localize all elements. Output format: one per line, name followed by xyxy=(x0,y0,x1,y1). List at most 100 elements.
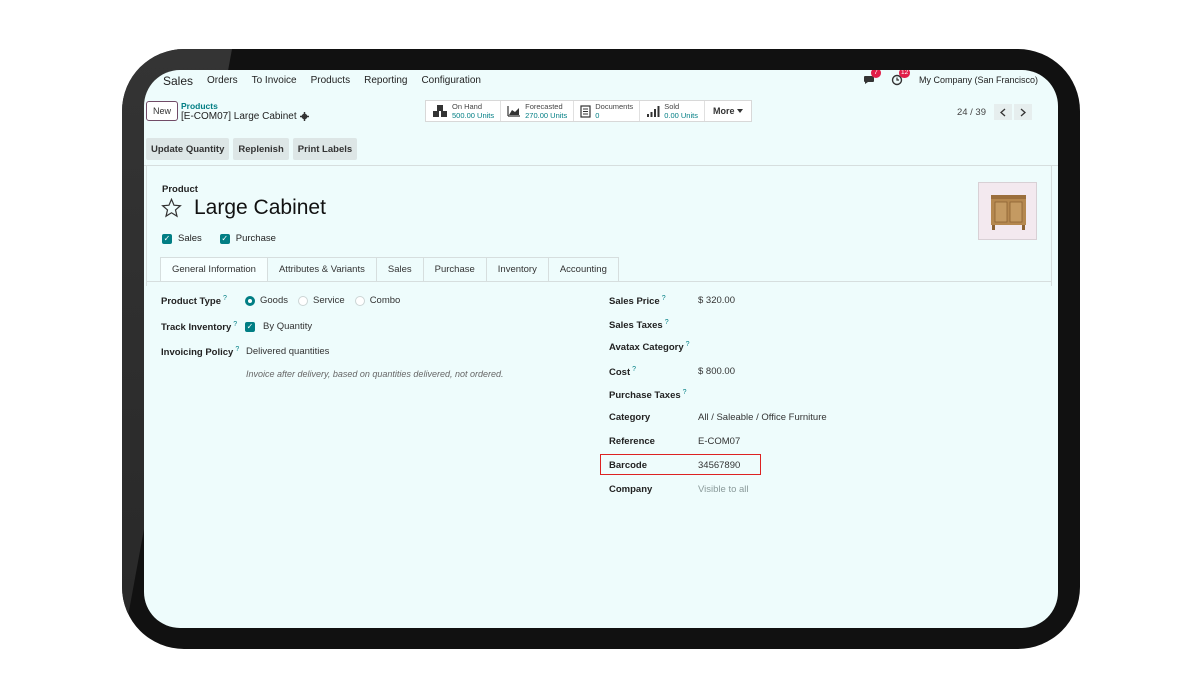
smart-button-documents[interactable]: Documents 0 xyxy=(574,101,641,121)
breadcrumb-parent[interactable]: Products xyxy=(181,101,218,111)
sales-taxes-label: Sales Taxes? xyxy=(609,319,669,332)
company-value[interactable]: Visible to all xyxy=(698,484,749,495)
replenish-button[interactable]: Replenish xyxy=(233,138,289,160)
action-buttons: Update Quantity Replenish Print Labels xyxy=(146,138,358,160)
tab-accounting[interactable]: Accounting xyxy=(548,257,619,282)
pager-next-button[interactable] xyxy=(1014,104,1032,120)
cost-label: Cost? xyxy=(609,366,637,379)
tab-general-information[interactable]: General Information xyxy=(160,257,268,282)
track-inventory-label: Track Inventory? xyxy=(161,321,238,334)
app-screen: Sales Orders To Invoice Products Reporti… xyxy=(144,70,1058,628)
help-tooltip[interactable]: ? xyxy=(632,366,636,373)
app-name[interactable]: Sales xyxy=(163,74,193,88)
new-button[interactable]: New xyxy=(146,101,178,121)
pager-value[interactable]: 24 / 39 xyxy=(957,107,986,118)
help-tooltip[interactable]: ? xyxy=(235,346,239,353)
menu-reporting[interactable]: Reporting xyxy=(364,75,407,86)
menu-to-invoice[interactable]: To Invoice xyxy=(252,75,297,86)
smart-buttons: On Hand 500.00 Units Forecasted 270.00 U… xyxy=(425,100,753,122)
invoicing-policy-hint: Invoice after delivery, based on quantit… xyxy=(246,369,504,379)
print-labels-button[interactable]: Print Labels xyxy=(292,138,358,160)
track-inventory-checkbox[interactable]: ✓ xyxy=(245,321,255,332)
radio-combo-label: Combo xyxy=(369,295,401,306)
radio-service-label: Service xyxy=(313,295,345,306)
tab-sales[interactable]: Sales xyxy=(376,257,424,282)
product-flags: ✓ Sales ✓ Purchase xyxy=(162,233,276,244)
smart-button-on-hand[interactable]: On Hand 500.00 Units xyxy=(426,101,502,121)
tab-inventory[interactable]: Inventory xyxy=(486,257,549,282)
barcode-label: Barcode xyxy=(609,460,648,471)
product-name[interactable]: Large Cabinet xyxy=(194,196,326,220)
help-tooltip[interactable]: ? xyxy=(233,321,237,328)
cubes-icon xyxy=(433,105,447,117)
category-value[interactable]: All / Saleable / Office Furniture xyxy=(698,412,827,423)
activities-button[interactable]: 12 xyxy=(891,70,911,87)
smart-button-sold[interactable]: Sold 0.00 Units xyxy=(640,101,705,121)
gear-icon[interactable] xyxy=(299,112,309,121)
company-switcher[interactable]: My Company (San Francisco) xyxy=(919,75,1038,85)
reference-value[interactable]: E-COM07 xyxy=(698,436,740,447)
update-quantity-button[interactable]: Update Quantity xyxy=(146,138,230,160)
top-navbar: Sales Orders To Invoice Products Reporti… xyxy=(144,70,1058,91)
tab-underline xyxy=(146,281,1052,282)
messages-button[interactable]: 7 xyxy=(863,70,881,87)
smart-button-value: 0.00 Units xyxy=(664,111,698,120)
chevron-left-icon xyxy=(1000,108,1006,116)
smart-button-value: 500.00 Units xyxy=(452,111,495,120)
pager-previous-button[interactable] xyxy=(994,104,1012,120)
breadcrumb-current-label: [E-COM07] Large Cabinet xyxy=(181,111,297,122)
control-panel: New Products [E-COM07] Large Cabinet On … xyxy=(144,98,1058,126)
more-button[interactable]: More xyxy=(705,101,752,121)
menu-configuration[interactable]: Configuration xyxy=(421,75,480,86)
smart-button-label: Forecasted xyxy=(525,102,563,111)
notebook-tabs: General Information Attributes & Variant… xyxy=(160,257,619,282)
category-label: Category xyxy=(609,412,651,423)
messages-badge: 7 xyxy=(870,70,881,78)
chevron-right-icon xyxy=(1020,108,1026,116)
sales-checkbox-label: Sales xyxy=(178,233,202,244)
barcode-value[interactable]: 34567890 xyxy=(698,460,740,471)
signal-bars-icon xyxy=(647,106,660,117)
radio-goods[interactable] xyxy=(245,295,255,306)
radio-service[interactable] xyxy=(298,295,308,306)
tab-purchase[interactable]: Purchase xyxy=(423,257,487,282)
document-icon xyxy=(580,104,591,118)
smart-button-forecasted[interactable]: Forecasted 270.00 Units xyxy=(501,101,575,121)
product-type-label: Product Type? xyxy=(161,295,227,308)
smart-button-value: 0 xyxy=(595,111,600,120)
sales-checkbox[interactable]: ✓ xyxy=(162,233,172,244)
help-tooltip[interactable]: ? xyxy=(683,389,687,396)
menu-orders[interactable]: Orders xyxy=(207,75,238,86)
title-row: Large Cabinet xyxy=(161,196,326,220)
track-inventory-value[interactable]: By Quantity xyxy=(263,321,312,332)
invoicing-policy-value[interactable]: Delivered quantities xyxy=(246,346,329,357)
company-label: Company xyxy=(609,484,653,495)
pager: 24 / 39 xyxy=(957,104,1032,120)
sales-price-value[interactable]: $ 320.00 xyxy=(698,295,735,306)
track-inventory-field: ✓ By Quantity xyxy=(245,321,312,332)
cost-value[interactable]: $ 800.00 xyxy=(698,366,735,377)
smart-button-value: 270.00 Units xyxy=(525,111,568,120)
help-tooltip[interactable]: ? xyxy=(665,319,669,326)
menu-products[interactable]: Products xyxy=(311,75,350,86)
help-tooltip[interactable]: ? xyxy=(223,295,227,302)
reference-label: Reference xyxy=(609,436,655,447)
more-label: More xyxy=(712,106,735,116)
star-icon[interactable] xyxy=(161,198,182,218)
tab-attributes-variants[interactable]: Attributes & Variants xyxy=(267,257,377,282)
product-label: Product xyxy=(162,184,198,195)
help-tooltip[interactable]: ? xyxy=(662,295,666,302)
help-tooltip[interactable]: ? xyxy=(686,341,690,348)
area-chart-icon xyxy=(507,106,521,117)
radio-combo[interactable] xyxy=(354,295,365,306)
avatax-category-label: Avatax Category? xyxy=(609,341,690,354)
product-image[interactable] xyxy=(978,182,1037,240)
smart-button-label: Sold xyxy=(664,102,680,111)
radio-goods-label: Goods xyxy=(260,295,288,306)
invoicing-policy-label: Invoicing Policy? xyxy=(161,346,240,359)
product-type-radio: Goods Service Combo xyxy=(245,295,400,306)
smart-button-label: Documents xyxy=(595,102,634,111)
activities-badge: 12 xyxy=(898,70,911,78)
purchase-checkbox[interactable]: ✓ xyxy=(219,233,230,244)
caret-down-icon xyxy=(737,109,744,113)
